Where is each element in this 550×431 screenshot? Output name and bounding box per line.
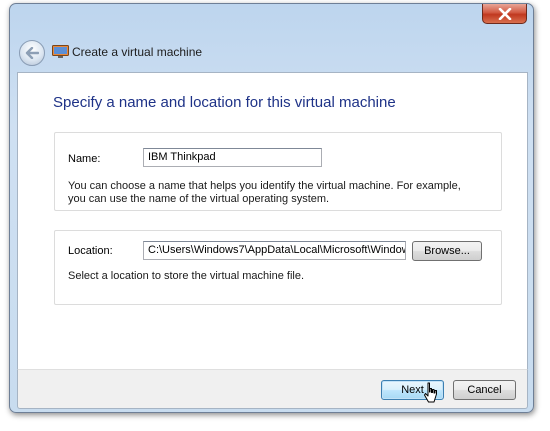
- close-button[interactable]: [482, 4, 527, 24]
- name-help-line-2: you can use the name of the virtual oper…: [68, 193, 330, 205]
- page-heading: Specify a name and location for this vir…: [53, 94, 396, 111]
- content-area: Specify a name and location for this vir…: [17, 72, 528, 370]
- name-help-text: You can choose a name that helps you ide…: [68, 180, 461, 206]
- name-label: Name:: [68, 153, 101, 165]
- virtual-machine-icon: [52, 45, 69, 58]
- close-icon: [498, 7, 511, 20]
- location-label: Location:: [68, 245, 113, 257]
- name-help-line-1: You can choose a name that helps you ide…: [68, 180, 461, 192]
- cancel-button[interactable]: Cancel: [453, 380, 516, 400]
- browse-button[interactable]: Browse...: [412, 241, 482, 261]
- mouse-pointer-icon: [424, 382, 437, 403]
- name-panel: Name: IBM Thinkpad You can choose a name…: [54, 132, 502, 211]
- location-input[interactable]: C:\Users\Windows7\AppData\Local\Microsof…: [143, 241, 406, 260]
- back-arrow-icon: [25, 47, 39, 59]
- back-button[interactable]: [19, 40, 45, 66]
- footer-bar: Next Cancel: [17, 369, 528, 409]
- location-help-text: Select a location to store the virtual m…: [68, 270, 305, 282]
- window-title: Create a virtual machine: [72, 45, 203, 59]
- name-input[interactable]: IBM Thinkpad: [143, 148, 322, 167]
- wizard-window: Create a virtual machine Specify a name …: [9, 3, 534, 413]
- location-panel: Location: C:\Users\Windows7\AppData\Loca…: [54, 230, 502, 305]
